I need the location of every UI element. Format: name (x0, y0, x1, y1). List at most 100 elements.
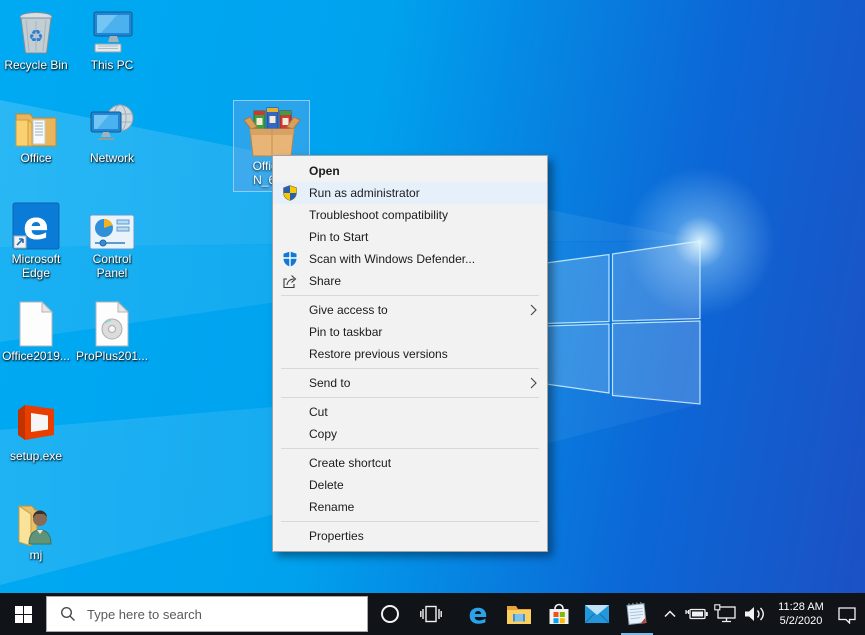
control-panel-icon (89, 214, 135, 250)
menu-item-troubleshoot-compatibility[interactable]: Troubleshoot compatibility (273, 204, 547, 226)
archive-box-icon (243, 105, 301, 159)
menu-item-label: Troubleshoot compatibility (309, 208, 448, 222)
desktop-icon-proplus-image[interactable]: ProPlus201... (76, 297, 148, 363)
edge-icon: e (12, 202, 60, 250)
menu-item-label: Pin to taskbar (309, 325, 382, 339)
menu-separator (281, 368, 539, 369)
submenu-arrow-icon (530, 304, 537, 316)
windows-defender-icon (282, 251, 298, 267)
start-button[interactable] (0, 593, 46, 635)
clock-time: 11:28 AM (778, 600, 824, 614)
desktop-icon-this-pc[interactable]: This PC (76, 6, 148, 72)
icon-label: Office2019... (0, 349, 72, 363)
menu-item-label: Copy (309, 427, 337, 441)
icon-label: This PC (76, 58, 148, 72)
network-status-icon (714, 604, 738, 624)
menu-item-label: Rename (309, 500, 354, 514)
desktop-icon-mj-folder[interactable]: mj (0, 496, 72, 562)
svg-text:♻: ♻ (28, 27, 43, 47)
microsoft-store-button[interactable] (539, 593, 579, 635)
cortana-icon (380, 604, 400, 624)
cortana-button[interactable] (370, 593, 410, 635)
tray-network[interactable] (712, 593, 740, 635)
icon-label: mj (0, 548, 72, 562)
office-setup-icon (12, 399, 60, 447)
task-view-button[interactable] (411, 593, 451, 635)
menu-item-give-access-to[interactable]: Give access to (273, 299, 547, 321)
task-view-icon (420, 604, 442, 624)
share-icon (282, 273, 298, 289)
menu-item-label: Give access to (309, 303, 388, 317)
folder-icon (13, 107, 59, 149)
svg-text:e: e (23, 204, 49, 248)
menu-item-pin-to-taskbar[interactable]: Pin to taskbar (273, 321, 547, 343)
menu-item-copy[interactable]: Copy (273, 423, 547, 445)
menu-item-rename[interactable]: Rename (273, 496, 547, 518)
icon-label: Recycle Bin (0, 58, 72, 72)
this-pc-icon (87, 10, 137, 56)
menu-item-send-to[interactable]: Send to (273, 372, 547, 394)
document-icon (17, 301, 55, 347)
action-center-button[interactable] (831, 593, 863, 635)
notepad-icon (624, 601, 650, 627)
menu-separator (281, 521, 539, 522)
icon-label: ProPlus201... (76, 349, 148, 363)
desktop-icon-recycle-bin[interactable]: ♻ Recycle Bin (0, 6, 72, 72)
menu-item-cut[interactable]: Cut (273, 401, 547, 423)
tray-battery[interactable] (683, 593, 711, 635)
menu-item-label: Pin to Start (309, 230, 368, 244)
desktop-icon-control-panel[interactable]: Control Panel (76, 200, 148, 280)
menu-item-open[interactable]: Open (273, 160, 547, 182)
icon-label: Office (0, 151, 72, 165)
menu-item-label: Cut (309, 405, 328, 419)
menu-item-restore-previous-versions[interactable]: Restore previous versions (273, 343, 547, 365)
context-menu: Open Run as administrator Troubleshoot c… (272, 155, 548, 552)
menu-item-label: Delete (309, 478, 344, 492)
icon-label: Network (76, 151, 148, 165)
menu-item-label: Restore previous versions (309, 347, 448, 361)
edge-taskbar-button[interactable]: e (458, 593, 498, 635)
menu-item-run-as-administrator[interactable]: Run as administrator (273, 182, 547, 204)
action-center-icon (837, 605, 857, 624)
edge-icon: e (464, 599, 492, 629)
icon-label: Microsoft Edge (0, 252, 72, 280)
icon-label: setup.exe (0, 449, 72, 463)
menu-item-label: Create shortcut (309, 456, 391, 470)
menu-item-label: Open (309, 164, 340, 178)
menu-item-scan-with-windows-defender[interactable]: Scan with Windows Defender... (273, 248, 547, 270)
menu-item-label: Run as administrator (309, 186, 420, 200)
desktop-icon-setup-exe[interactable]: setup.exe (0, 397, 72, 463)
clock-date: 5/2/2020 (780, 614, 823, 628)
windows-start-icon (15, 606, 32, 623)
chevron-up-icon (664, 610, 676, 618)
menu-separator (281, 448, 539, 449)
menu-item-label: Scan with Windows Defender... (309, 252, 475, 266)
desktop-icon-office2019-file[interactable]: Office2019... (0, 297, 72, 363)
mail-icon (584, 604, 610, 624)
search-icon (60, 606, 76, 622)
menu-item-share[interactable]: Share (273, 270, 547, 292)
menu-item-label: Properties (309, 529, 364, 543)
search-input[interactable] (85, 606, 367, 623)
file-explorer-button[interactable] (499, 593, 539, 635)
user-folder-icon (13, 502, 59, 546)
battery-icon (685, 606, 709, 622)
submenu-arrow-icon (530, 377, 537, 389)
svg-text:e: e (469, 599, 488, 629)
menu-item-delete[interactable]: Delete (273, 474, 547, 496)
menu-item-pin-to-start[interactable]: Pin to Start (273, 226, 547, 248)
tray-show-hidden-icons[interactable] (654, 593, 686, 635)
icon-label: Control Panel (76, 252, 148, 280)
mail-button[interactable] (577, 593, 617, 635)
notepad-button[interactable] (617, 593, 657, 635)
network-icon (87, 103, 137, 149)
menu-item-create-shortcut[interactable]: Create shortcut (273, 452, 547, 474)
menu-item-label: Share (309, 274, 341, 288)
menu-item-label: Send to (309, 376, 350, 390)
menu-item-properties[interactable]: Properties (273, 525, 547, 547)
desktop-icon-microsoft-edge[interactable]: e Microsoft Edge (0, 200, 72, 280)
tray-clock[interactable]: 11:28 AM 5/2/2020 (764, 593, 838, 635)
desktop-icon-network[interactable]: Network (76, 99, 148, 165)
taskbar-search[interactable] (46, 596, 368, 632)
desktop-icon-office-folder[interactable]: Office (0, 99, 72, 165)
